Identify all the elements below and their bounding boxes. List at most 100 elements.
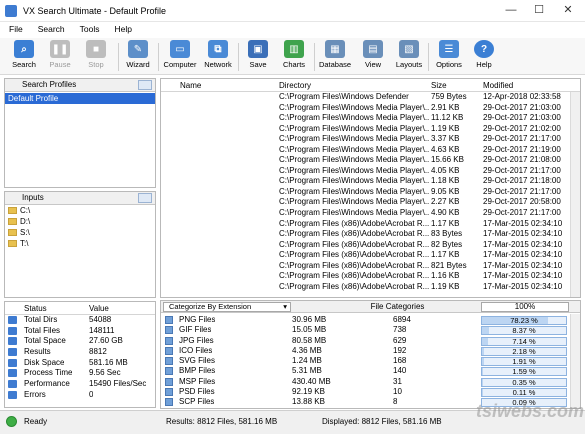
file-directory: C:\Program Files\Windows Media Player\..… bbox=[279, 155, 429, 165]
pause-button[interactable]: ❚❚ Pause bbox=[42, 40, 78, 73]
category-name: SVG Files bbox=[179, 356, 216, 366]
category-name: JPG Files bbox=[179, 335, 214, 345]
options-button[interactable]: ☰ Options bbox=[431, 40, 467, 73]
input-item[interactable]: T:\ bbox=[5, 238, 155, 249]
file-directory: C:\Program Files\Windows Media Player\..… bbox=[279, 102, 429, 112]
table-row[interactable]: create_form.gifC:\Program Files (x86)\Ad… bbox=[161, 250, 580, 261]
category-row[interactable]: GIF Files 15.05 MB 738 8.37 % bbox=[161, 325, 570, 336]
file-directory: C:\Program Files\Windows Defender bbox=[279, 92, 409, 101]
maximize-button[interactable]: ☐ bbox=[524, 2, 554, 18]
stop-icon: ■ bbox=[86, 40, 106, 58]
database-icon: ▦ bbox=[325, 40, 345, 58]
minimize-button[interactable]: — bbox=[496, 2, 526, 18]
view-button[interactable]: ▤ View bbox=[355, 40, 391, 73]
file-size: 1.19 KB bbox=[431, 281, 460, 291]
category-size: 5.31 MB bbox=[292, 366, 322, 376]
profile-item-default[interactable]: Default Profile bbox=[5, 93, 155, 104]
category-icon bbox=[165, 357, 173, 366]
table-row[interactable]: wmpnss_color48.bmpC:\Program Files\Windo… bbox=[161, 187, 580, 198]
modified-column-header[interactable]: Modified bbox=[483, 81, 513, 90]
table-row[interactable]: distribute_form.gifC:\Program Files (x86… bbox=[161, 261, 580, 272]
category-count: 140 bbox=[393, 366, 407, 376]
database-button[interactable]: ▦ Database bbox=[317, 40, 353, 73]
menu-search[interactable]: Search bbox=[29, 22, 71, 34]
directory-column-header[interactable]: Directory bbox=[279, 81, 311, 90]
stop-button[interactable]: ■ Stop bbox=[78, 40, 114, 73]
table-row[interactable]: add_reviewer.gifC:\Program Files (x86)\A… bbox=[161, 219, 580, 230]
save-button[interactable]: ▣ Save bbox=[240, 40, 276, 73]
category-size: 92.19 KB bbox=[292, 387, 325, 397]
watermark: tsiwebs.com bbox=[476, 401, 585, 421]
stat-row: Process Time 9.56 Sec bbox=[5, 368, 155, 379]
layouts-button[interactable]: ▧ Layouts bbox=[391, 40, 427, 73]
computer-button[interactable]: ▭ Computer bbox=[162, 40, 198, 73]
table-row[interactable]: wmpnss_color120.jpgC:\Program Files\Wind… bbox=[161, 145, 580, 156]
input-item[interactable]: S:\ bbox=[5, 227, 155, 238]
close-button[interactable]: ✕ bbox=[553, 2, 583, 18]
folder-icon bbox=[8, 207, 17, 214]
table-row[interactable]: Defendericon.pngC:\Program Files\Windows… bbox=[161, 92, 580, 103]
table-row[interactable]: wmpnss_color48.jpgC:\Program Files\Windo… bbox=[161, 197, 580, 208]
category-name: GIF Files bbox=[179, 325, 212, 335]
stat-row: Total Space 27.60 GB bbox=[5, 336, 155, 347]
menu-file[interactable]: File bbox=[0, 22, 29, 34]
file-directory: C:\Program Files\Windows Media Player\..… bbox=[279, 208, 429, 218]
category-size: 15.05 MB bbox=[292, 325, 327, 335]
file-size: 15.66 KB bbox=[431, 155, 464, 165]
category-row[interactable]: JPG Files 80.58 MB 629 7.14 % bbox=[161, 336, 570, 346]
stat-label: Total Space bbox=[24, 336, 66, 346]
file-directory: C:\Program Files (x86)\Adobe\Acrobat R..… bbox=[279, 218, 429, 228]
menu-help[interactable]: Help bbox=[105, 22, 137, 34]
table-row[interactable]: wmpnss_color32.bmpC:\Program Files\Windo… bbox=[161, 166, 580, 177]
stat-label: Errors bbox=[24, 389, 46, 399]
category-row[interactable]: SVG Files 1.24 MB 168 1.91 % bbox=[161, 356, 570, 367]
table-row[interactable]: DMR_48.jpgC:\Program Files\Windows Media… bbox=[161, 124, 580, 135]
stat-icon bbox=[8, 348, 17, 357]
name-column-header[interactable]: Name bbox=[180, 81, 201, 90]
input-item[interactable]: D:\ bbox=[5, 216, 155, 227]
table-row[interactable]: wmpnss_color120.pngC:\Program Files\Wind… bbox=[161, 155, 580, 166]
category-row[interactable]: PSD Files 92.19 KB 10 0.11 % bbox=[161, 387, 570, 398]
table-row[interactable]: wmpnss_color32.jpgC:\Program Files\Windo… bbox=[161, 176, 580, 187]
category-row[interactable]: MSP Files 430.40 MB 31 0.35 % bbox=[161, 377, 570, 387]
charts-button[interactable]: ▥ Charts bbox=[276, 40, 312, 73]
category-row[interactable]: ICO Files 4.36 MB 192 2.18 % bbox=[161, 346, 570, 356]
file-modified: 17-Mar-2015 02:34:10 bbox=[483, 271, 563, 281]
wizard-button[interactable]: ✎ Wizard bbox=[120, 40, 156, 73]
file-directory: C:\Program Files (x86)\Adobe\Acrobat R..… bbox=[279, 250, 429, 260]
category-row[interactable]: PNG Files 30.96 MB 6894 78.23 % bbox=[161, 315, 570, 325]
help-button[interactable]: ? Help bbox=[466, 40, 502, 73]
table-row[interactable]: bl.gifC:\Program Files (x86)\Adobe\Acrob… bbox=[161, 229, 580, 240]
file-directory: C:\Program Files\Windows Media Player\..… bbox=[279, 186, 429, 196]
results-header: Name Directory Size Modified bbox=[161, 79, 580, 92]
category-name: ICO Files bbox=[179, 345, 213, 355]
categorize-dropdown[interactable]: Categorize By Extension ▾ bbox=[163, 302, 291, 312]
folder-icon bbox=[8, 240, 17, 247]
search-profiles-header: Search Profiles bbox=[5, 79, 155, 92]
table-row[interactable]: DMR_48.pngC:\Program Files\Windows Media… bbox=[161, 134, 580, 145]
menu-tools[interactable]: Tools bbox=[71, 22, 106, 34]
table-row[interactable]: email_all.gifC:\Program Files (x86)\Adob… bbox=[161, 271, 580, 282]
inputs-header: Inputs bbox=[5, 192, 155, 205]
category-row[interactable]: BMP Files 5.31 MB 140 1.59 % bbox=[161, 366, 570, 377]
results-scrollbar[interactable] bbox=[570, 92, 580, 297]
table-row[interactable]: wmpnss_color48.pngC:\Program Files\Windo… bbox=[161, 208, 580, 219]
table-row[interactable]: email_initiator.gifC:\Program Files (x86… bbox=[161, 282, 580, 293]
collapse-profiles-button[interactable] bbox=[138, 80, 152, 90]
stat-icon bbox=[8, 369, 17, 378]
categories-scrollbar[interactable] bbox=[570, 314, 580, 408]
search-button[interactable]: ⌕ Search bbox=[6, 40, 42, 73]
ready-icon bbox=[6, 416, 17, 427]
collapse-inputs-button[interactable] bbox=[138, 193, 152, 203]
network-button[interactable]: ⧉ Network bbox=[200, 40, 236, 73]
size-column-header[interactable]: Size bbox=[431, 81, 447, 90]
table-row[interactable]: DMR_120.pngC:\Program Files\Windows Medi… bbox=[161, 113, 580, 124]
file-directory: C:\Program Files\Windows Media Player\..… bbox=[279, 134, 429, 144]
table-row[interactable]: DMR_120.jpgC:\Program Files\Windows Medi… bbox=[161, 103, 580, 114]
file-size: 2.91 KB bbox=[431, 102, 460, 112]
category-name: SCP Files bbox=[179, 397, 215, 407]
stat-row: Errors 0 bbox=[5, 390, 155, 401]
input-item[interactable]: C:\ bbox=[5, 205, 155, 216]
table-row[interactable]: br.gifC:\Program Files (x86)\Adobe\Acrob… bbox=[161, 240, 580, 251]
toolbar-separator bbox=[158, 43, 159, 71]
